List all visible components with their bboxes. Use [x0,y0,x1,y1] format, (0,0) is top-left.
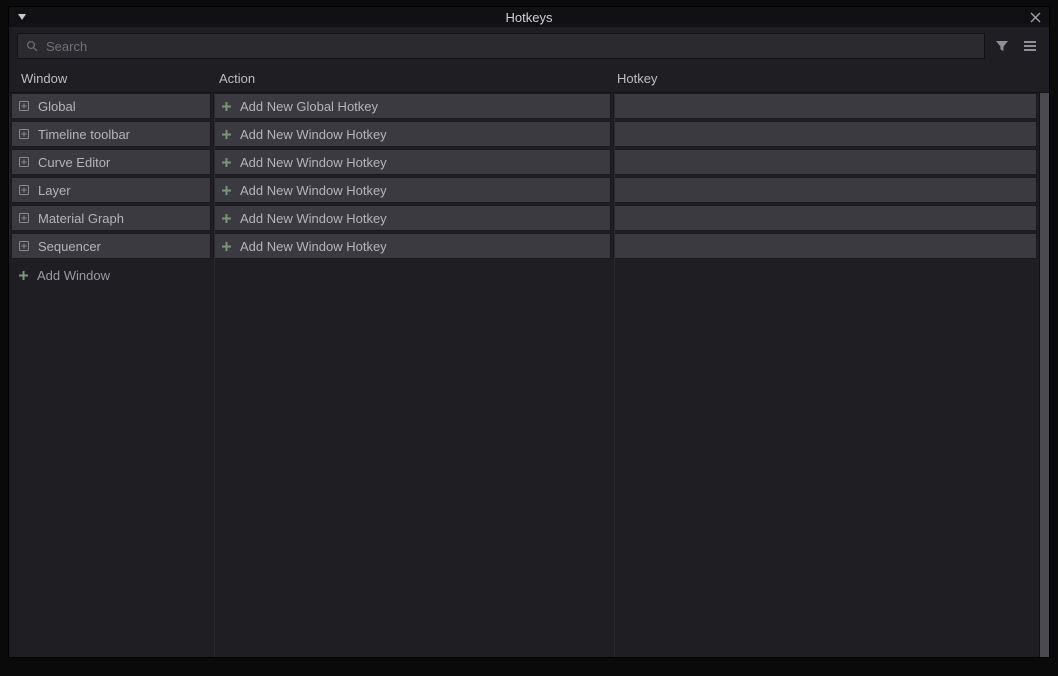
window-label: Sequencer [38,239,101,254]
action-label: Add New Window Hotkey [240,127,387,142]
search-field[interactable] [17,33,985,59]
table-row: Timeline toolbar Add New Window Hotkey [9,121,1039,149]
panel-title: Hotkeys [9,10,1049,25]
add-hotkey-button[interactable]: Add New Window Hotkey [213,177,611,203]
column-header-action[interactable]: Action [213,71,611,86]
table-row: Curve Editor Add New Window Hotkey [9,149,1039,177]
action-label: Add New Window Hotkey [240,211,387,226]
plus-icon [220,128,232,140]
close-button[interactable] [1027,9,1043,25]
hotkey-cell[interactable] [613,205,1037,231]
search-input[interactable] [46,39,976,54]
add-hotkey-button[interactable]: Add New Window Hotkey [213,233,611,259]
window-label: Curve Editor [38,155,110,170]
close-icon [1030,12,1041,23]
hamburger-icon [1022,38,1038,54]
add-hotkey-button[interactable]: Add New Window Hotkey [213,149,611,175]
columns-header: Window Action Hotkey [9,65,1049,93]
window-label: Global [38,99,76,114]
expand-icon[interactable] [18,128,30,140]
plus-icon [220,156,232,168]
add-window-button[interactable]: Add Window [11,261,211,289]
window-cell[interactable]: Curve Editor [11,149,211,175]
scrollbar-thumb[interactable] [1040,93,1049,657]
action-label: Add New Window Hotkey [240,155,387,170]
expand-icon[interactable] [18,212,30,224]
column-header-hotkey[interactable]: Hotkey [611,71,1049,86]
window-cell[interactable]: Layer [11,177,211,203]
hotkey-cell[interactable] [613,121,1037,147]
action-label: Add New Window Hotkey [240,183,387,198]
add-window-row: Add Window [9,261,1039,289]
add-window-label: Add Window [37,268,110,283]
hotkeys-panel: Hotkeys [8,6,1050,658]
toolbar [9,27,1049,65]
search-icon [26,40,38,52]
table-body: Global Add New Global Hotkey Timeline tool… [9,93,1049,657]
rows-container: Global Add New Global Hotkey Timeline tool… [9,93,1039,657]
filter-button[interactable] [991,33,1013,59]
table-row: Layer Add New Window Hotkey [9,177,1039,205]
expand-icon[interactable] [18,240,30,252]
window-label: Timeline toolbar [38,127,130,142]
filter-icon [994,38,1010,54]
hotkey-cell[interactable] [613,233,1037,259]
plus-icon [17,269,29,281]
titlebar: Hotkeys [9,7,1049,27]
add-hotkey-button[interactable]: Add New Window Hotkey [213,205,611,231]
window-label: Layer [38,183,71,198]
window-label: Material Graph [38,211,124,226]
action-label: Add New Window Hotkey [240,239,387,254]
triangle-down-icon [17,12,27,22]
window-cell[interactable]: Global [11,93,211,119]
hotkey-cell[interactable] [613,177,1037,203]
window-cell[interactable]: Sequencer [11,233,211,259]
panel-menu-button[interactable] [15,10,29,24]
plus-icon [220,212,232,224]
add-hotkey-button[interactable]: Add New Window Hotkey [213,121,611,147]
scrollbar-vertical[interactable] [1039,93,1049,657]
plus-icon [220,100,232,112]
plus-icon [220,240,232,252]
hotkey-cell[interactable] [613,149,1037,175]
table-row: Global Add New Global Hotkey [9,93,1039,121]
plus-icon [220,184,232,196]
add-hotkey-button[interactable]: Add New Global Hotkey [213,93,611,119]
expand-icon[interactable] [18,156,30,168]
expand-icon[interactable] [18,184,30,196]
window-cell[interactable]: Material Graph [11,205,211,231]
action-label: Add New Global Hotkey [240,99,378,114]
expand-icon[interactable] [18,100,30,112]
hotkey-cell[interactable] [613,93,1037,119]
table-row: Sequencer Add New Window Hotkey [9,233,1039,261]
menu-button[interactable] [1019,33,1041,59]
window-cell[interactable]: Timeline toolbar [11,121,211,147]
column-header-window[interactable]: Window [13,71,213,86]
table-row: Material Graph Add New Window Hotkey [9,205,1039,233]
